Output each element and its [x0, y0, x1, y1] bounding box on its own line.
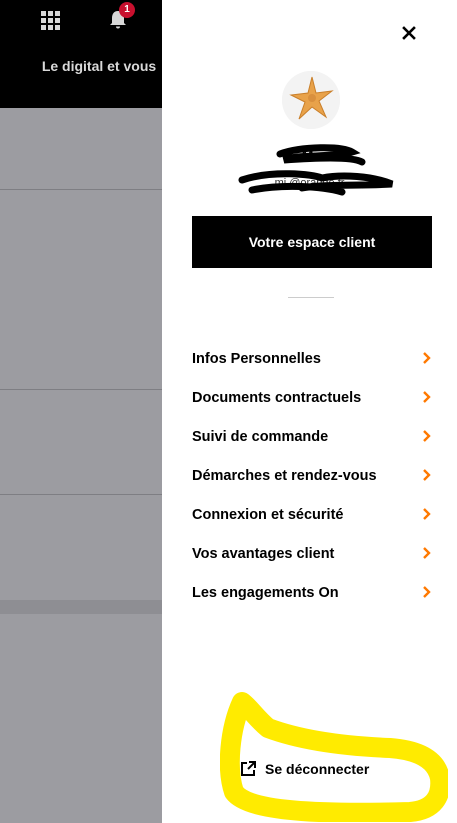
background-divider	[0, 389, 162, 390]
chevron-right-icon	[423, 586, 431, 598]
apps-grid-icon[interactable]	[41, 11, 60, 30]
menu-item-avantages-client[interactable]: Vos avantages client	[192, 534, 432, 573]
account-side-panel: Mi mi @orange.fr Votre espace client Inf…	[162, 0, 457, 823]
menu-item-label: Démarches et rendez-vous	[192, 467, 377, 484]
chevron-right-icon	[423, 430, 431, 442]
menu-item-label: Les engagements On	[192, 584, 339, 601]
background-page-title: Le digital et vous	[41, 58, 157, 74]
menu-item-label: Connexion et sécurité	[192, 506, 344, 523]
logout-button[interactable]: Se déconnecter	[240, 760, 369, 777]
chevron-right-icon	[423, 469, 431, 481]
chevron-right-icon	[423, 391, 431, 403]
menu-item-label: Suivi de commande	[192, 428, 329, 445]
logout-label: Se déconnecter	[265, 760, 370, 777]
avatar	[282, 71, 340, 129]
menu-item-infos-personnelles[interactable]: Infos Personnelles	[192, 339, 432, 378]
espace-client-button[interactable]: Votre espace client	[192, 216, 432, 268]
notification-badge: 1	[119, 2, 135, 18]
background-divider	[0, 494, 162, 495]
account-menu: Infos Personnelles Documents contractuel…	[192, 339, 432, 612]
chevron-right-icon	[423, 352, 431, 364]
chevron-right-icon	[423, 547, 431, 559]
yellow-highlight-annotation	[220, 692, 448, 822]
background-page: 1 Le digital et vous	[0, 0, 162, 823]
menu-item-label: Documents contractuels	[192, 389, 362, 406]
chevron-right-icon	[423, 508, 431, 520]
starfish-avatar-image	[282, 71, 340, 129]
redaction-scribble	[238, 144, 394, 196]
divider	[288, 297, 334, 298]
menu-item-documents-contractuels[interactable]: Documents contractuels	[192, 378, 432, 417]
menu-item-label: Infos Personnelles	[192, 350, 321, 367]
background-band	[0, 600, 162, 614]
menu-item-connexion-securite[interactable]: Connexion et sécurité	[192, 495, 432, 534]
menu-item-suivi-de-commande[interactable]: Suivi de commande	[192, 417, 432, 456]
background-header: 1 Le digital et vous	[0, 0, 162, 108]
menu-item-label: Vos avantages client	[192, 545, 335, 562]
close-icon[interactable]	[398, 22, 420, 44]
external-link-icon	[241, 761, 256, 776]
menu-item-demarches-rendez-vous[interactable]: Démarches et rendez-vous	[192, 456, 432, 495]
background-divider	[0, 189, 162, 190]
menu-item-engagements-on[interactable]: Les engagements On	[192, 573, 432, 612]
